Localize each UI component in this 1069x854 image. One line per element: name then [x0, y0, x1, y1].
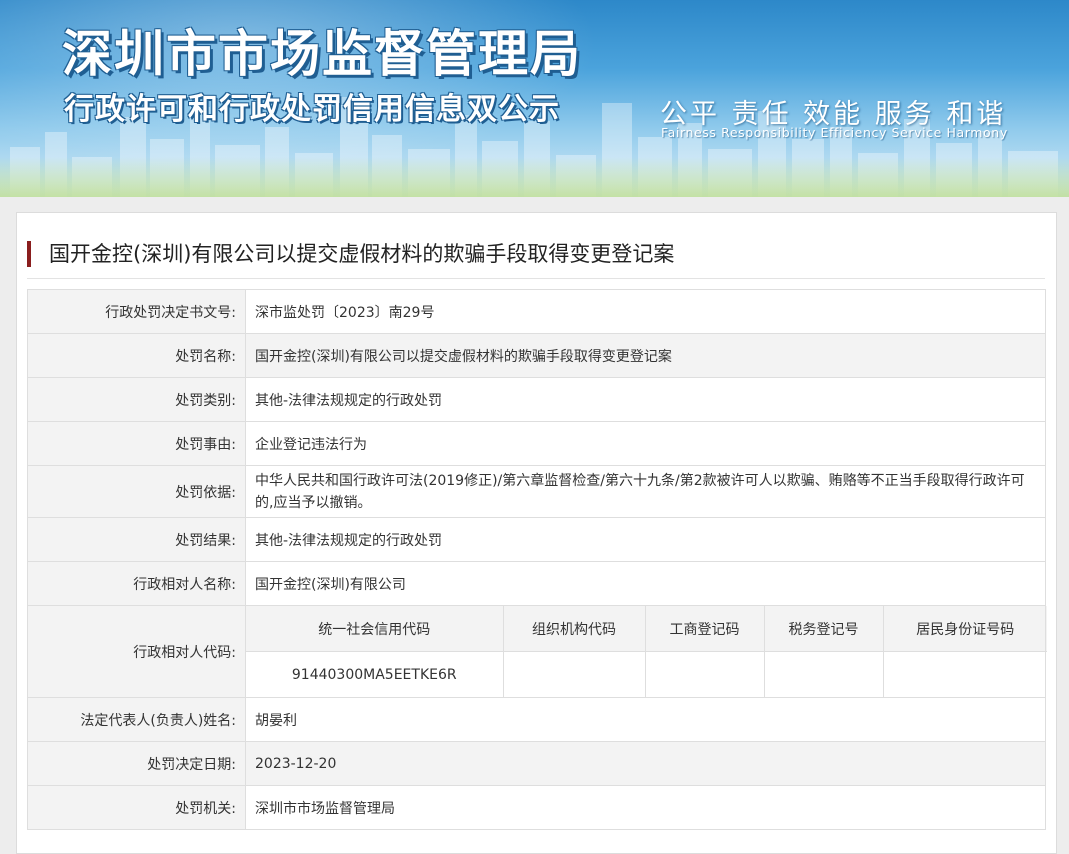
code-header-tax: 税务登记号: [763, 606, 884, 652]
penalty-basis-value: 中华人民共和国行政许可法(2019修正)/第六章监督检查/第六十九条/第2款被许…: [245, 465, 1046, 518]
penalty-name-value: 国开金控(深圳)有限公司以提交虚假材料的欺骗手段取得变更登记案: [245, 333, 1046, 378]
site-subtitle: 行政许可和行政处罚信用信息双公示: [64, 92, 560, 127]
table-row: 处罚机关: 深圳市市场监督管理局: [27, 785, 1046, 830]
content-panel: 国开金控(深圳)有限公司以提交虚假材料的欺骗手段取得变更登记案 行政处罚决定书文…: [16, 212, 1057, 854]
penalty-result-value: 其他-法律法规规定的行政处罚: [245, 517, 1046, 562]
case-heading-row: 国开金控(深圳)有限公司以提交虚假材料的欺骗手段取得变更登记案: [27, 229, 1045, 279]
party-name-label: 行政相对人名称:: [27, 561, 246, 606]
code-header-org: 组织机构代码: [502, 606, 646, 652]
table-row: 行政处罚决定书文号: 深市监处罚〔2023〕南29号: [27, 289, 1046, 334]
header-banner: 深圳市市场监督管理局 行政许可和行政处罚信用信息双公示 公平 责任 效能 服务 …: [0, 0, 1069, 197]
penalty-name-label: 处罚名称:: [27, 333, 246, 378]
code-value-org: [502, 651, 646, 697]
code-header-id: 居民身份证号码: [882, 606, 1047, 652]
legal-rep-value: 胡晏利: [245, 697, 1046, 742]
slogan-english: Fairness Responsibility Efficiency Servi…: [661, 125, 1008, 140]
authority-value: 深圳市市场监督管理局: [245, 785, 1046, 830]
legal-rep-label: 法定代表人(负责人)姓名:: [27, 697, 246, 742]
decision-date-value: 2023-12-20: [245, 741, 1046, 786]
decision-number-value: 深市监处罚〔2023〕南29号: [245, 289, 1046, 334]
penalty-category-value: 其他-法律法规规定的行政处罚: [245, 377, 1046, 422]
table-row: 行政相对人名称: 国开金控(深圳)有限公司: [27, 561, 1046, 606]
code-value-id: [882, 651, 1047, 697]
table-row: 行政相对人代码: 统一社会信用代码 组织机构代码 工商登记码 税务登记号 居民身…: [27, 605, 1047, 698]
table-row: 处罚类别: 其他-法律法规规定的行政处罚: [27, 377, 1046, 422]
party-code-label: 行政相对人代码:: [27, 605, 246, 698]
table-row: 处罚依据: 中华人民共和国行政许可法(2019修正)/第六章监督检查/第六十九条…: [27, 465, 1046, 518]
party-code-table: 统一社会信用代码 组织机构代码 工商登记码 税务登记号 居民身份证号码 9144…: [246, 606, 1047, 697]
site-title: 深圳市市场监督管理局: [62, 25, 582, 83]
penalty-info-table: 行政处罚决定书文号: 深市监处罚〔2023〕南29号 处罚名称: 国开金控(深圳…: [27, 289, 1047, 830]
penalty-result-label: 处罚结果:: [27, 517, 246, 562]
code-value-row: 91440300MA5EETKE6R: [246, 651, 1047, 697]
penalty-reason-value: 企业登记违法行为: [245, 421, 1046, 466]
decision-date-label: 处罚决定日期:: [27, 741, 246, 786]
penalty-basis-label: 处罚依据:: [27, 465, 246, 518]
code-header-business: 工商登记码: [644, 606, 765, 652]
code-header-credit: 统一社会信用代码: [246, 606, 504, 652]
heading-accent-bar: [27, 241, 31, 267]
table-row: 处罚决定日期: 2023-12-20: [27, 741, 1046, 786]
party-name-value: 国开金控(深圳)有限公司: [245, 561, 1046, 606]
penalty-reason-label: 处罚事由:: [27, 421, 246, 466]
case-title: 国开金控(深圳)有限公司以提交虚假材料的欺骗手段取得变更登记案: [49, 242, 675, 266]
decision-number-label: 行政处罚决定书文号:: [27, 289, 246, 334]
table-row: 处罚名称: 国开金控(深圳)有限公司以提交虚假材料的欺骗手段取得变更登记案: [27, 333, 1046, 378]
code-header-row: 统一社会信用代码 组织机构代码 工商登记码 税务登记号 居民身份证号码: [246, 606, 1047, 652]
code-value-tax: [763, 651, 884, 697]
table-row: 处罚事由: 企业登记违法行为: [27, 421, 1046, 466]
penalty-category-label: 处罚类别:: [27, 377, 246, 422]
authority-label: 处罚机关:: [27, 785, 246, 830]
code-value-business: [644, 651, 765, 697]
party-code-cell: 统一社会信用代码 组织机构代码 工商登记码 税务登记号 居民身份证号码 9144…: [245, 605, 1047, 698]
banner-hill: [0, 157, 1069, 197]
table-row: 处罚结果: 其他-法律法规规定的行政处罚: [27, 517, 1046, 562]
table-row: 法定代表人(负责人)姓名: 胡晏利: [27, 697, 1046, 742]
code-value-credit: 91440300MA5EETKE6R: [246, 651, 504, 697]
